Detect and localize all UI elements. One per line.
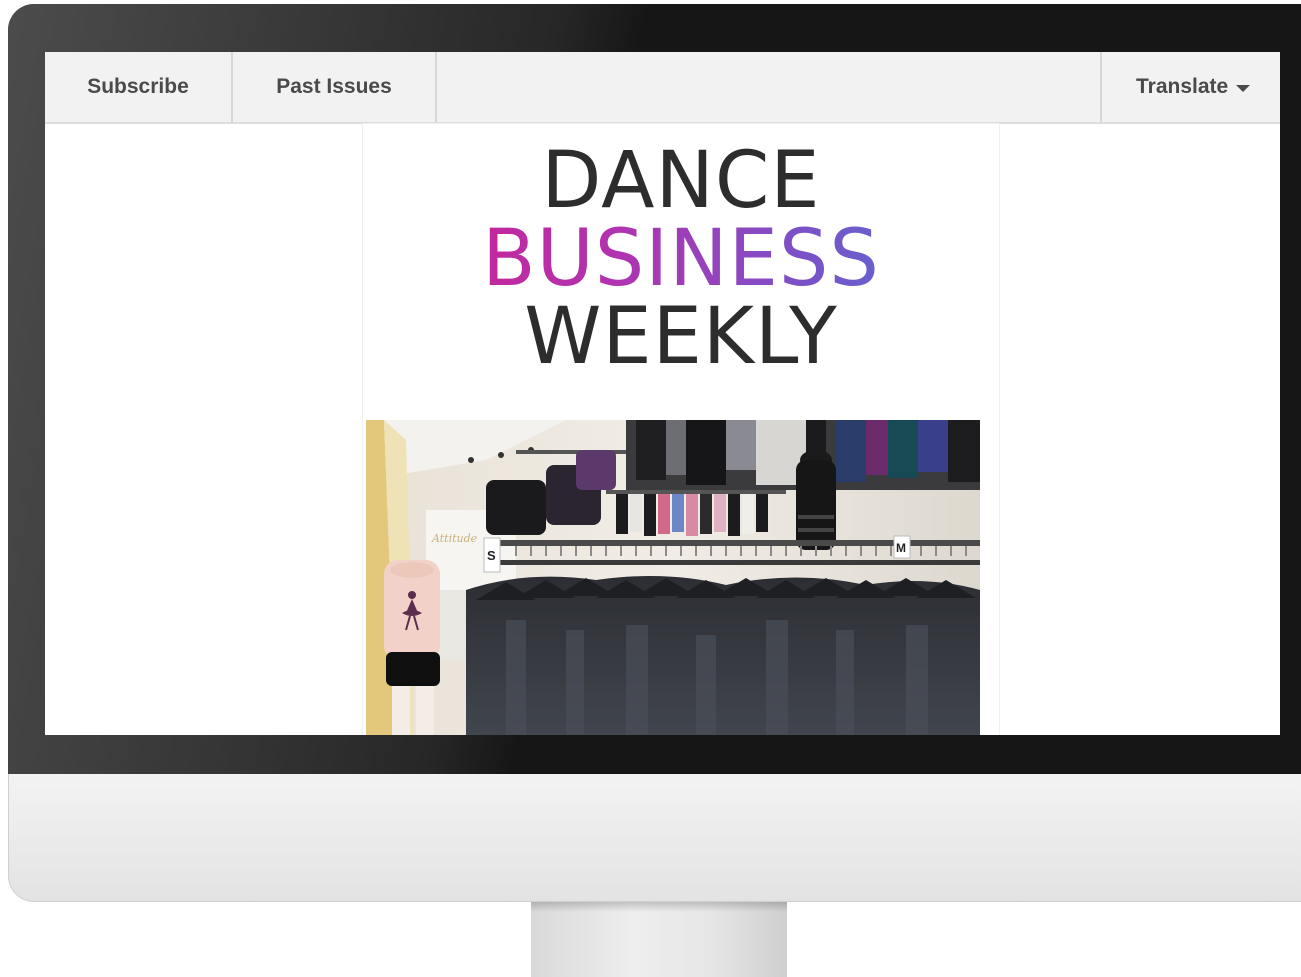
subscribe-button[interactable]: Subscribe xyxy=(45,52,233,122)
logo-line-dance: DANCE xyxy=(541,136,821,226)
past-issues-label: Past Issues xyxy=(276,75,392,98)
translate-label: Translate xyxy=(1136,75,1229,98)
svg-text:Attitude: Attitude xyxy=(431,532,478,545)
caret-down-icon xyxy=(1236,84,1251,92)
translate-dropdown[interactable]: Translate xyxy=(1100,52,1280,122)
store-photo: Attitude S M xyxy=(366,420,980,735)
newsletter-navbar: Subscribe Past Issues Translate xyxy=(45,52,1280,124)
monitor-stand-shadow xyxy=(531,902,787,912)
monitor-chin xyxy=(8,774,1301,902)
screen: Subscribe Past Issues Translate DANCE BU… xyxy=(45,52,1280,735)
newsletter-logo: DANCE BUSINESS WEEKLY xyxy=(363,142,999,376)
past-issues-button[interactable]: Past Issues xyxy=(233,52,437,122)
subscribe-label: Subscribe xyxy=(87,75,189,98)
size-tag-s: S xyxy=(487,548,496,563)
logo-line-weekly: WEEKLY xyxy=(524,292,838,382)
imac-mockup: Subscribe Past Issues Translate DANCE BU… xyxy=(0,0,1301,977)
monitor-stand xyxy=(531,902,787,977)
newsletter-content: DANCE BUSINESS WEEKLY Attitude S M xyxy=(363,124,999,735)
logo-line-business: BUSINESS xyxy=(363,220,999,298)
size-tag-m: M xyxy=(896,541,906,555)
